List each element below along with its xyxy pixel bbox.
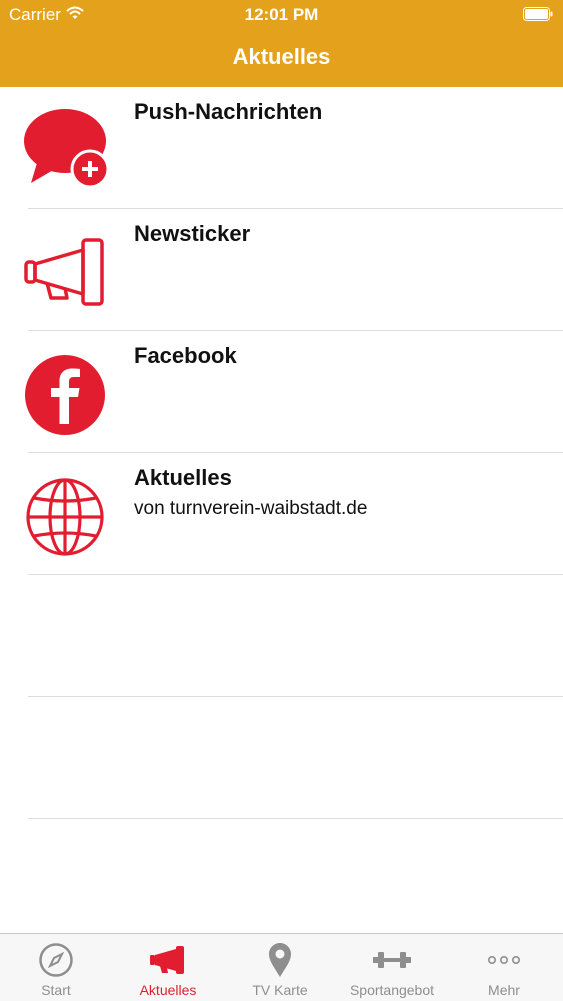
list-item-facebook[interactable]: Facebook bbox=[0, 331, 563, 453]
battery-icon bbox=[523, 7, 553, 21]
list-item-title: Facebook bbox=[134, 343, 237, 368]
tab-bar: Start Aktuelles TV Karte Sportangebot Me… bbox=[0, 933, 563, 1001]
list-item-aktuelles[interactable]: Aktuelles von turnverein-waibstadt.de bbox=[0, 453, 563, 575]
globe-icon bbox=[26, 478, 104, 556]
list-item-title: Newsticker bbox=[134, 221, 251, 246]
list-item-push-nachrichten[interactable]: Push-Nachrichten bbox=[0, 87, 563, 209]
empty-row bbox=[0, 697, 563, 819]
map-pin-icon bbox=[269, 943, 291, 977]
more-dots-icon bbox=[488, 956, 520, 965]
tab-tv-karte[interactable]: TV Karte bbox=[224, 934, 336, 1001]
compass-icon bbox=[39, 943, 73, 977]
separator bbox=[28, 818, 563, 819]
megaphone-icon bbox=[150, 946, 184, 974]
empty-row bbox=[0, 575, 563, 697]
clock: 12:01 PM bbox=[244, 5, 319, 24]
tab-aktuelles[interactable]: Aktuelles bbox=[112, 934, 224, 1001]
tab-label: Aktuelles bbox=[139, 982, 197, 998]
list-item-newsticker[interactable]: Newsticker bbox=[0, 209, 563, 331]
news-list: Push-Nachrichten Newsticker Facebook Akt… bbox=[0, 87, 563, 819]
dumbbell-icon bbox=[373, 952, 411, 968]
tab-label: Mehr bbox=[488, 982, 520, 998]
tab-label: Sportangebot bbox=[349, 982, 435, 998]
list-item-subtitle: von turnverein-waibstadt.de bbox=[134, 498, 368, 519]
tab-label: TV Karte bbox=[252, 982, 308, 998]
navigation-header: Carrier 12:01 PM Aktuelles bbox=[0, 0, 563, 87]
list-item-title: Aktuelles bbox=[134, 465, 232, 490]
tab-start[interactable]: Start bbox=[0, 934, 112, 1001]
page-title: Aktuelles bbox=[232, 44, 331, 69]
facebook-icon bbox=[25, 355, 105, 435]
status-bar: Carrier 12:01 PM bbox=[0, 0, 563, 30]
chat-plus-icon bbox=[24, 109, 109, 189]
tab-label: Start bbox=[41, 982, 71, 998]
megaphone-icon bbox=[24, 238, 104, 306]
tab-sportangebot[interactable]: Sportangebot bbox=[336, 934, 448, 1001]
tab-mehr[interactable]: Mehr bbox=[448, 934, 560, 1001]
list-item-title: Push-Nachrichten bbox=[134, 99, 323, 124]
